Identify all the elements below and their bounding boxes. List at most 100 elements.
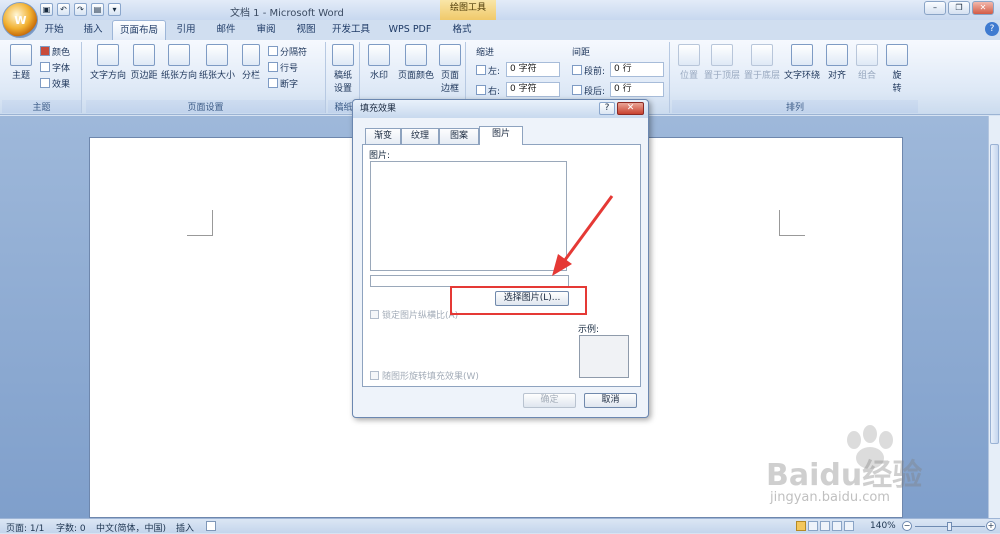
- page-color-button[interactable]: 页面颜色: [396, 44, 436, 81]
- undo-icon[interactable]: ↶: [57, 3, 70, 16]
- tab-page-layout[interactable]: 页面布局: [112, 20, 166, 40]
- page-border-icon: [439, 44, 461, 66]
- indent-left-input[interactable]: 0 字符: [506, 62, 560, 77]
- tab-format[interactable]: 格式: [444, 20, 480, 40]
- web-layout-icon[interactable]: [820, 521, 830, 531]
- tab-view[interactable]: 视图: [288, 20, 324, 40]
- line-numbers-button[interactable]: 行号: [268, 61, 298, 74]
- tab-home[interactable]: 开始: [36, 20, 72, 40]
- title-bar: [0, 0, 1000, 20]
- watermark-brand: Baidu经验: [766, 458, 923, 493]
- text-direction-button[interactable]: 文字方向: [88, 44, 128, 81]
- bring-to-front-button[interactable]: 置于顶层: [704, 44, 740, 81]
- breaks-button[interactable]: 分隔符: [268, 45, 307, 58]
- baidu-watermark: Baidu经验 jingyan.baidu.com: [762, 418, 992, 518]
- ok-button[interactable]: 确定: [523, 393, 576, 408]
- size-button[interactable]: 纸张大小: [198, 44, 236, 81]
- status-word-count[interactable]: 字数: 0: [56, 521, 86, 534]
- full-screen-icon[interactable]: [808, 521, 818, 531]
- hyphenation-icon: [268, 78, 278, 88]
- indent-right-icon: [476, 85, 486, 95]
- effects-button[interactable]: 效果: [40, 77, 70, 90]
- zoom-out-icon[interactable]: −: [902, 521, 912, 531]
- dialog-tab-texture[interactable]: 纹理: [401, 128, 439, 144]
- status-language[interactable]: 中文(简体，中国): [96, 521, 166, 534]
- position-button[interactable]: 位置: [676, 44, 702, 81]
- theme-button[interactable]: 主题: [4, 44, 38, 81]
- cancel-button[interactable]: 取消: [584, 393, 637, 408]
- close-window-icon[interactable]: ✕: [972, 1, 994, 15]
- restore-icon[interactable]: ❐: [948, 1, 970, 15]
- page-border-button[interactable]: 页面 边框: [436, 44, 464, 94]
- group-arrange-label: 排列: [672, 100, 918, 113]
- print-preview-icon[interactable]: ▤: [91, 3, 104, 16]
- effects-icon: [40, 78, 50, 88]
- rotate-button[interactable]: 旋 转: [884, 44, 910, 94]
- help-icon[interactable]: ?: [985, 22, 999, 36]
- status-page[interactable]: 页面: 1/1: [6, 521, 44, 534]
- spacing-after-icon: [572, 85, 582, 95]
- orientation-button[interactable]: 纸张方向: [160, 44, 198, 81]
- send-to-back-button[interactable]: 置于底层: [744, 44, 780, 81]
- checkbox-icon: [370, 310, 379, 319]
- columns-button[interactable]: 分栏: [238, 44, 264, 81]
- spacing-before-label: 段前:: [572, 64, 605, 77]
- spacing-before-input[interactable]: 0 行: [610, 62, 664, 77]
- indent-right-input[interactable]: 0 字符: [506, 82, 560, 97]
- watermark-url: jingyan.baidu.com: [770, 490, 890, 505]
- group-button[interactable]: 组合: [854, 44, 880, 81]
- dialog-tab-pattern[interactable]: 图案: [439, 128, 479, 144]
- office-button[interactable]: W: [2, 2, 38, 38]
- scrollbar-thumb[interactable]: [990, 144, 999, 444]
- spacing-before-icon: [572, 65, 582, 75]
- save-icon[interactable]: ▣: [40, 3, 53, 16]
- rotate-with-shape-checkbox[interactable]: 随图形旋转填充效果(W): [370, 369, 479, 382]
- align-icon: [826, 44, 848, 66]
- dialog-tab-gradient[interactable]: 渐变: [365, 128, 401, 144]
- tab-references[interactable]: 引用: [168, 20, 204, 40]
- orientation-icon: [168, 44, 190, 66]
- text-wrap-button[interactable]: 文字环绕: [782, 44, 822, 81]
- draft-icon[interactable]: [844, 521, 854, 531]
- dialog-close-icon[interactable]: ✕: [617, 102, 644, 115]
- dialog-tab-picture[interactable]: 图片: [479, 126, 523, 145]
- macro-record-icon[interactable]: [206, 521, 216, 531]
- tab-insert[interactable]: 插入: [76, 20, 110, 40]
- office-logo-icon: W: [14, 14, 27, 27]
- outline-icon[interactable]: [832, 521, 842, 531]
- window-title: 文档 1 - Microsoft Word: [230, 8, 344, 19]
- tab-mailings[interactable]: 邮件: [208, 20, 244, 40]
- lock-aspect-checkbox[interactable]: 锁定图片纵横比(A): [370, 308, 458, 321]
- line-numbers-icon: [268, 62, 278, 72]
- zoom-level[interactable]: 140%: [870, 521, 896, 531]
- breaks-icon: [268, 46, 278, 56]
- text-direction-icon: [97, 44, 119, 66]
- sample-preview: [579, 335, 629, 378]
- group-page-setup-label: 页面设置: [86, 100, 325, 113]
- margins-button[interactable]: 页边距: [128, 44, 160, 81]
- watermark-button[interactable]: 水印: [364, 44, 394, 81]
- zoom-slider-thumb[interactable]: [947, 522, 952, 531]
- group-icon: [856, 44, 878, 66]
- view-buttons: [796, 521, 856, 532]
- zoom-in-icon[interactable]: +: [986, 521, 996, 531]
- paper-settings-button[interactable]: 稿纸 设置: [328, 44, 358, 94]
- spacing-after-input[interactable]: 0 行: [610, 82, 664, 97]
- text-wrap-icon: [791, 44, 813, 66]
- hyphenation-button[interactable]: 断字: [268, 77, 298, 90]
- position-icon: [678, 44, 700, 66]
- tab-developer[interactable]: 开发工具: [328, 20, 374, 40]
- context-tools-label: 绘图工具: [440, 0, 496, 20]
- redo-icon[interactable]: ↷: [74, 3, 87, 16]
- dialog-help-icon[interactable]: ?: [599, 102, 615, 115]
- tab-review[interactable]: 审阅: [248, 20, 284, 40]
- qat-dropdown-icon[interactable]: ▾: [108, 3, 121, 16]
- status-insert-mode[interactable]: 插入: [176, 521, 194, 534]
- align-button[interactable]: 对齐: [824, 44, 850, 81]
- fonts-button[interactable]: 字体: [40, 61, 70, 74]
- colors-button[interactable]: 颜色: [40, 45, 70, 58]
- send-to-back-icon: [751, 44, 773, 66]
- minimize-icon[interactable]: –: [924, 1, 946, 15]
- print-layout-icon[interactable]: [796, 521, 806, 531]
- tab-wps-pdf[interactable]: WPS PDF: [382, 20, 438, 40]
